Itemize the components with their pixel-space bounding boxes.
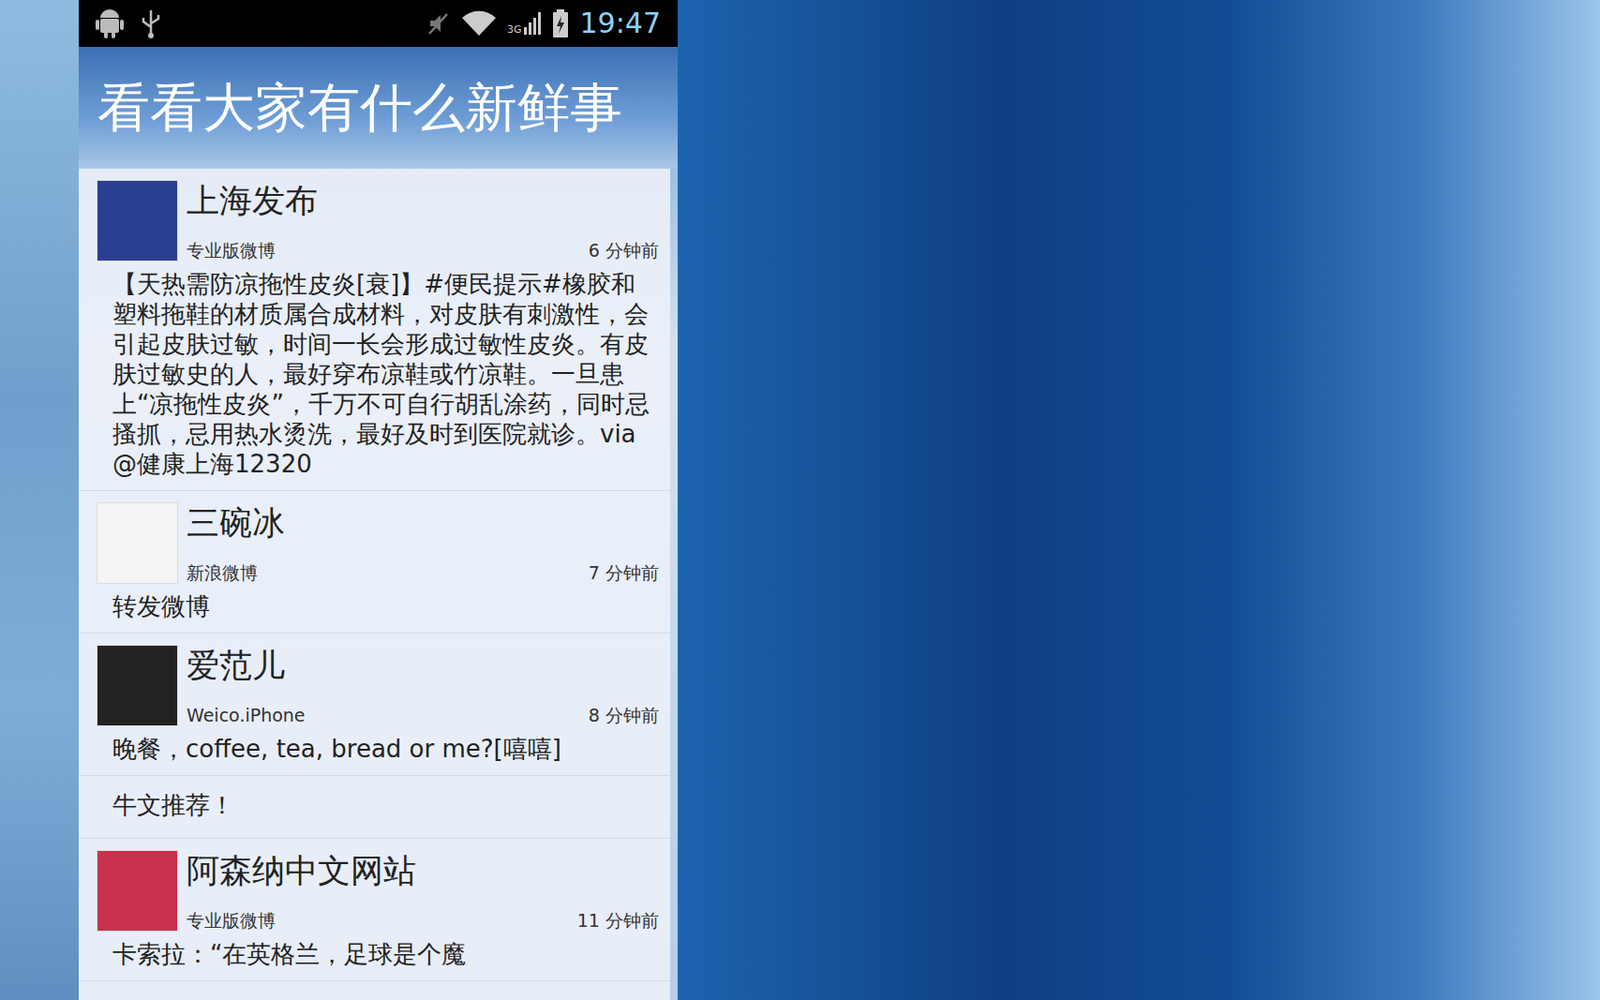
signal-icon bbox=[523, 12, 541, 35]
post-time: 7 分钟前 bbox=[588, 561, 659, 584]
post-time: 6 分钟前 bbox=[588, 239, 659, 262]
blurred-background bbox=[677, 0, 1600, 1000]
post-text: 牛文推荐！ bbox=[112, 789, 654, 822]
post-text: 晚餐，coffee, tea, bread or me?[嘻嘻] bbox=[78, 733, 671, 764]
author-name[interactable]: 三碗冰 bbox=[186, 502, 659, 544]
post[interactable]: 三碗冰新浪微博 7 分钟前转发微博 bbox=[78, 491, 671, 634]
post-source: 新浪微博 bbox=[186, 561, 258, 584]
post-header: 阿森纳中文网站专业版微博 11 分钟前 bbox=[78, 850, 671, 932]
post-list[interactable]: 上海发布专业版微博 6 分钟前【天热需防凉拖性皮炎[衰]】#便民提示#橡胶和塑料拖… bbox=[78, 168, 671, 1000]
app-header: 看看大家有什么新鲜事 bbox=[78, 46, 678, 169]
post-header: 三碗冰新浪微博 7 分钟前 bbox=[78, 502, 671, 584]
avatar[interactable] bbox=[96, 850, 179, 932]
post[interactable]: 爱范儿 Weico.iPhone 8 分钟前晚餐，coffee, tea, brea… bbox=[78, 633, 671, 777]
avatar[interactable] bbox=[96, 502, 179, 584]
post-text: 卡索拉：“在英格兰，足球是个魔 bbox=[78, 939, 671, 970]
author-name[interactable]: 爱范儿 bbox=[186, 644, 659, 687]
post-continuation[interactable]: 牛文推荐！ bbox=[78, 776, 671, 839]
phone-screen: 3G 19:47 看看大家有什么新鲜事上海发布专业版微博 6 分钟前【天热需防凉拖性皮… bbox=[78, 0, 678, 1000]
frost-background-left bbox=[0, 0, 79, 1000]
clock: 19:47 bbox=[580, 9, 661, 38]
post-time: 11 分钟前 bbox=[577, 909, 659, 932]
android-icon bbox=[95, 8, 124, 39]
post-header: 爱范儿 Weico.iPhone 8 分钟前 bbox=[78, 644, 671, 727]
post[interactable]: 阿森纳中文网站专业版微博 11 分钟前卡索拉：“在英格兰，足球是个魔 bbox=[78, 838, 671, 982]
usb-icon bbox=[140, 8, 162, 39]
post-source: Weico.iPhone bbox=[186, 703, 306, 727]
signal-indicator: 3G bbox=[507, 12, 541, 35]
mute-icon bbox=[426, 11, 451, 36]
post-source: 专业版微博 bbox=[186, 239, 276, 262]
avatar[interactable] bbox=[96, 644, 179, 727]
app-title: 看看大家有什么新鲜事 bbox=[97, 75, 623, 140]
wifi-icon bbox=[462, 10, 496, 37]
post[interactable]: 上海发布专业版微博 6 分钟前【天热需防凉拖性皮炎[衰]】#便民提示#橡胶和塑料拖… bbox=[78, 168, 671, 492]
post-header: 上海发布专业版微博 6 分钟前 bbox=[78, 179, 671, 262]
battery-icon bbox=[552, 9, 569, 38]
avatar[interactable] bbox=[96, 179, 179, 262]
post-text: 转发微博 bbox=[78, 591, 671, 622]
author-name[interactable]: 上海发布 bbox=[186, 179, 659, 222]
screen: 3G 19:47 看看大家有什么新鲜事上海发布专业版微博 6 分钟前【天热需防凉拖性皮… bbox=[0, 0, 1600, 1000]
status-bar: 3G 19:47 bbox=[78, 0, 678, 47]
post-text: 【天热需防凉拖性皮炎[衰]】#便民提示#橡胶和塑料拖鞋的材质属合成材料，对皮肤有… bbox=[78, 269, 671, 479]
post-source: 专业版微博 bbox=[186, 909, 276, 932]
post-time: 8 分钟前 bbox=[588, 703, 659, 727]
author-name[interactable]: 阿森纳中文网站 bbox=[186, 850, 659, 892]
